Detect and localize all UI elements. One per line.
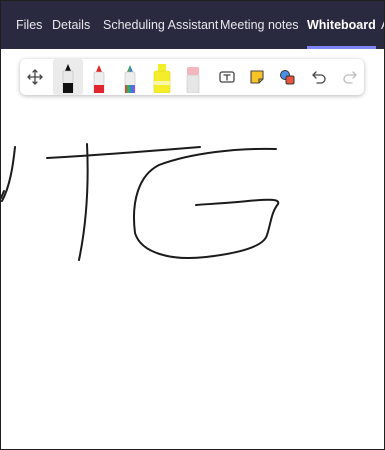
tab-details[interactable]: Details	[52, 1, 90, 49]
tab-label: Meeting notes	[220, 18, 299, 32]
tab-overflow[interactable]: A	[381, 1, 384, 49]
redo-button[interactable]	[335, 59, 365, 95]
tab-bar: Files Details Scheduling Assistant Meeti…	[1, 1, 384, 49]
tab-label: Scheduling Assistant	[103, 18, 219, 32]
black-pen-icon	[62, 64, 74, 93]
whiteboard-toolbar	[20, 59, 364, 95]
tab-scheduling-assistant[interactable]: Scheduling Assistant	[103, 1, 218, 49]
redo-icon	[343, 71, 357, 84]
highlighter-tool[interactable]	[147, 59, 177, 95]
eraser-icon	[186, 67, 200, 93]
sticky-note-tool[interactable]	[242, 59, 272, 95]
black-pen-tool[interactable]	[53, 59, 83, 95]
tab-label: Details	[52, 18, 91, 32]
app-window: Files Details Scheduling Assistant Meeti…	[0, 0, 385, 450]
ink-stroke	[46, 146, 201, 159]
tab-label: A	[381, 18, 384, 32]
tab-label: Whiteboard	[307, 18, 376, 32]
rainbow-pen-tool[interactable]	[115, 59, 145, 95]
ink-stroke	[78, 143, 89, 261]
undo-icon	[312, 71, 326, 84]
eraser-tool[interactable]	[178, 59, 208, 95]
ink-stroke	[133, 147, 280, 259]
undo-button[interactable]	[304, 59, 334, 95]
shapes-icon	[280, 70, 295, 85]
shapes-tool[interactable]	[272, 59, 302, 95]
sticky-note-icon	[250, 70, 264, 84]
tab-label: Files	[16, 18, 43, 32]
highlighter-icon	[153, 64, 171, 93]
move-tool[interactable]	[20, 59, 50, 95]
text-box-tool[interactable]	[212, 59, 242, 95]
move-icon	[27, 69, 43, 85]
red-pen-icon	[93, 65, 105, 93]
tab-whiteboard[interactable]: Whiteboard	[307, 1, 376, 49]
text-box-icon	[219, 71, 235, 83]
rainbow-pen-icon	[124, 65, 136, 93]
ink-strokes	[1, 143, 280, 261]
tab-files[interactable]: Files	[16, 1, 42, 49]
whiteboard-canvas[interactable]	[1, 49, 384, 449]
tab-meeting-notes[interactable]: Meeting notes	[220, 1, 299, 49]
red-pen-tool[interactable]	[84, 59, 114, 95]
